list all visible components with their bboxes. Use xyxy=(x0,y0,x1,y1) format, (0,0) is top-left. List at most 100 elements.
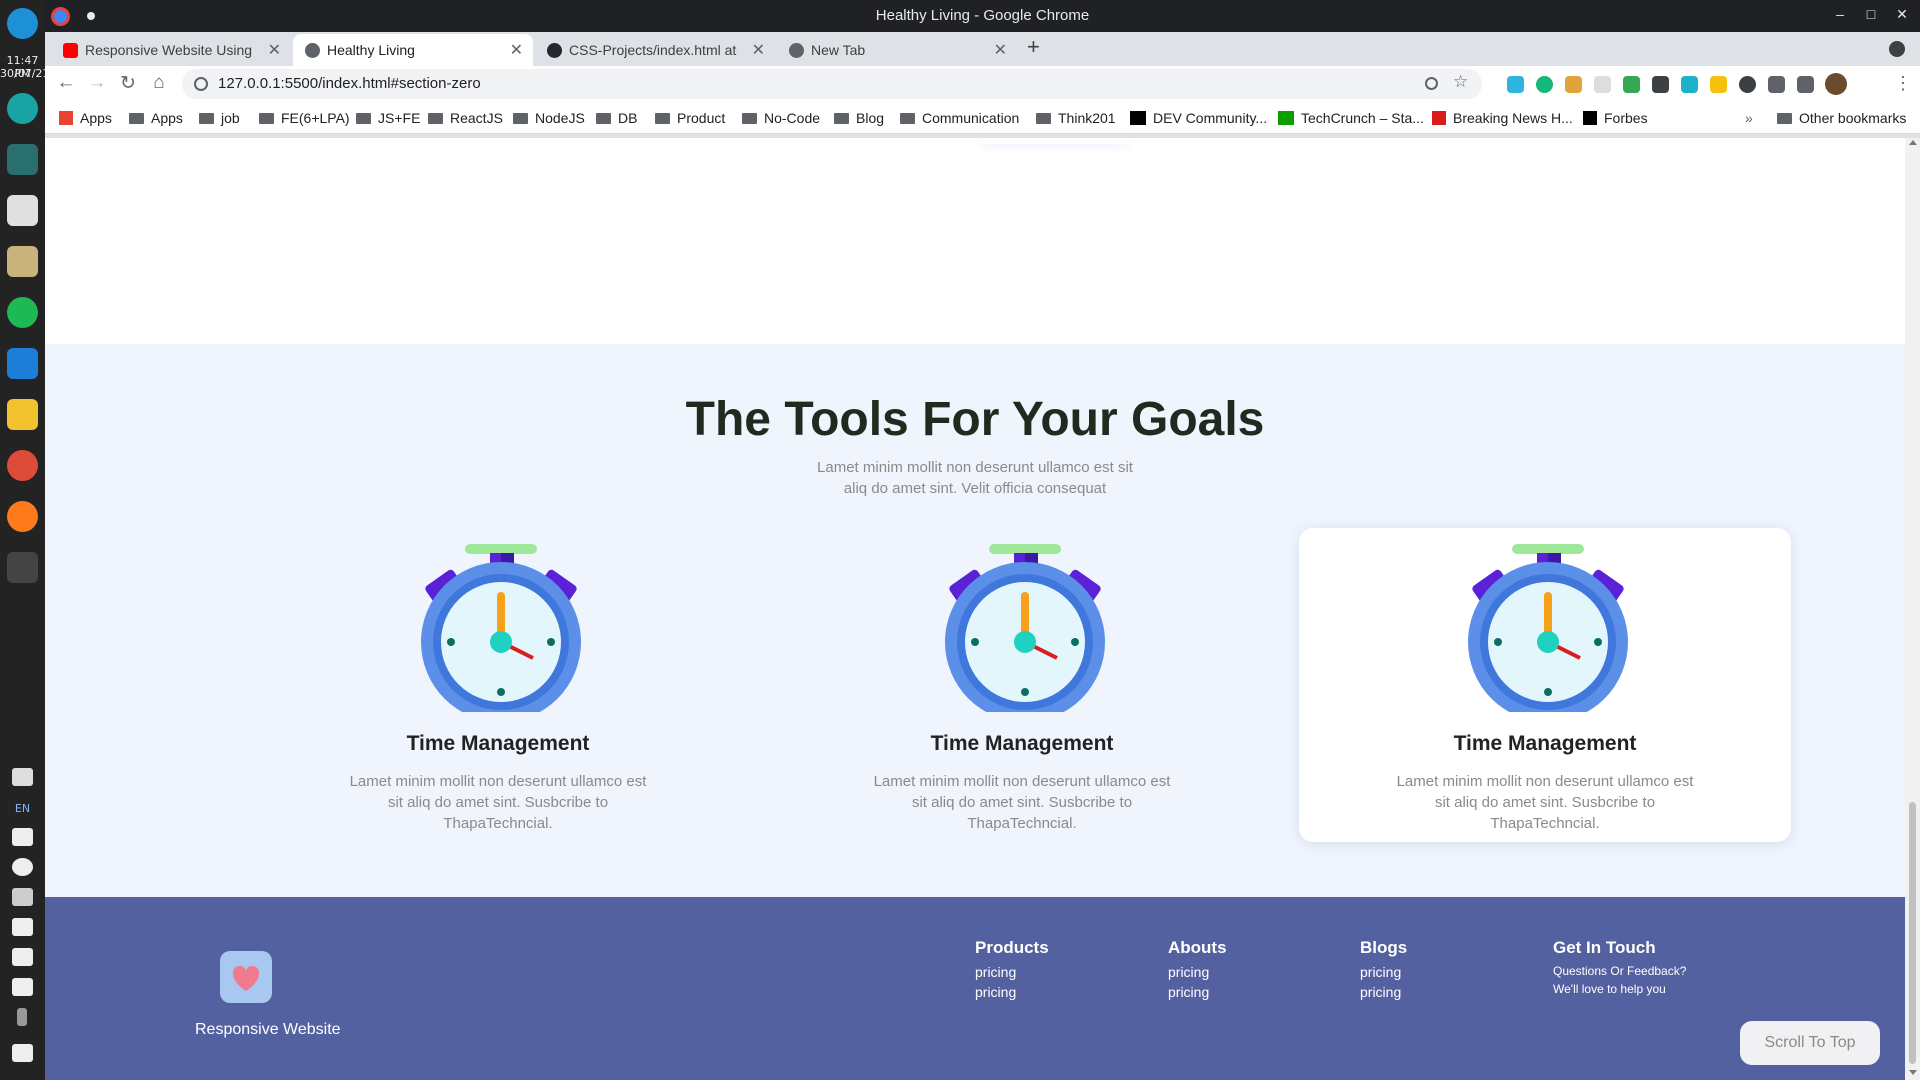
scroll-up-arrow-icon[interactable] xyxy=(1909,140,1917,145)
folder-icon xyxy=(259,113,274,124)
footer-link[interactable]: pricing xyxy=(1168,962,1227,982)
footer-column-products: Products pricing pricing xyxy=(975,938,1049,1002)
footer-link[interactable]: pricing xyxy=(1360,962,1407,982)
tool-card[interactable]: Time Management Lamet minim mollit non d… xyxy=(776,528,1268,842)
tab-youtube[interactable]: Responsive Website Using ✕ xyxy=(51,34,291,66)
bookmark-other[interactable]: Other bookmarks xyxy=(1777,110,1906,126)
bookmark-label: FE(6+LPA) xyxy=(281,110,350,126)
extension-icon[interactable] xyxy=(1594,76,1611,93)
tab-github[interactable]: CSS-Projects/index.html at m ✕ xyxy=(535,34,775,66)
volume-icon[interactable] xyxy=(12,918,33,936)
show-desktop-icon[interactable] xyxy=(12,1044,33,1062)
firefox-icon[interactable] xyxy=(7,501,38,532)
battery-icon[interactable] xyxy=(12,948,33,966)
page-scrollbar[interactable] xyxy=(1905,138,1920,1080)
bookmark-folder[interactable]: Think201 xyxy=(1036,110,1116,126)
bookmark-news[interactable]: Breaking News H... xyxy=(1432,110,1573,126)
notes-icon[interactable] xyxy=(7,399,38,430)
vscode-icon[interactable] xyxy=(7,348,38,379)
bookmark-label: Communication xyxy=(922,110,1020,126)
bookmark-label: Apps xyxy=(151,110,183,126)
close-window-button[interactable]: ✕ xyxy=(1892,6,1912,23)
footer-link[interactable]: pricing xyxy=(1168,982,1227,1002)
scroll-down-arrow-icon[interactable] xyxy=(1909,1070,1917,1075)
bookmark-forbes[interactable]: Forbes xyxy=(1583,110,1648,126)
extension-icon[interactable] xyxy=(1681,76,1698,93)
spotify-icon[interactable] xyxy=(7,297,38,328)
tab-search-icon[interactable] xyxy=(1889,41,1905,57)
close-tab-icon[interactable]: ✕ xyxy=(752,40,765,60)
tool-card-highlighted[interactable]: Time Management Lamet minim mollit non d… xyxy=(1299,528,1791,842)
extension-icon[interactable] xyxy=(1710,76,1727,93)
extension-icon[interactable] xyxy=(1623,76,1640,93)
bookmark-folder[interactable]: FE(6+LPA) xyxy=(259,110,350,126)
bookmarks-overflow-icon[interactable]: » xyxy=(1745,110,1753,126)
bookmark-apps-grid[interactable]: Apps xyxy=(59,110,112,126)
extension-icon[interactable] xyxy=(1565,76,1582,93)
bookmark-folder[interactable]: DB xyxy=(596,110,637,126)
home-button[interactable]: ⌂ xyxy=(147,72,171,94)
start-menu-icon[interactable] xyxy=(7,8,38,39)
bookmark-folder[interactable]: job xyxy=(199,110,240,126)
reload-button[interactable]: ↻ xyxy=(116,72,140,95)
sync-icon[interactable] xyxy=(12,858,33,876)
footer-link[interactable]: pricing xyxy=(975,962,1049,982)
profile-avatar[interactable] xyxy=(1825,73,1847,95)
bookmark-techcrunch[interactable]: TechCrunch – Sta... xyxy=(1278,110,1424,126)
bookmark-folder[interactable]: Apps xyxy=(129,110,183,126)
language-indicator[interactable]: EN xyxy=(0,802,45,815)
app-launcher-icon[interactable] xyxy=(7,93,38,124)
close-tab-icon[interactable]: ✕ xyxy=(994,40,1007,60)
bookmark-star-icon[interactable]: ☆ xyxy=(1453,72,1468,92)
reading-list-icon[interactable] xyxy=(1797,76,1814,93)
footer-link[interactable]: pricing xyxy=(1360,982,1407,1002)
bookmark-dev[interactable]: DEV Community... xyxy=(1130,110,1267,126)
software-store-icon[interactable] xyxy=(7,195,38,226)
minimize-button[interactable]: – xyxy=(1830,6,1850,22)
bookmark-folder[interactable]: ReactJS xyxy=(428,110,503,126)
bookmark-folder[interactable]: No-Code xyxy=(742,110,820,126)
notifications-icon[interactable] xyxy=(12,768,33,786)
tool-card[interactable]: Time Management Lamet minim mollit non d… xyxy=(252,528,744,842)
wifi-icon[interactable] xyxy=(12,978,33,996)
bookmark-folder[interactable]: Product xyxy=(655,110,725,126)
terminal-icon[interactable] xyxy=(7,552,38,583)
bookmark-label: TechCrunch – Sta... xyxy=(1301,110,1424,126)
chrome-icon[interactable] xyxy=(7,450,38,481)
stopwatch-icon xyxy=(421,544,581,712)
footer-link[interactable]: pricing xyxy=(975,982,1049,1002)
bookmark-folder[interactable]: Communication xyxy=(900,110,1019,126)
site-info-icon[interactable] xyxy=(194,77,208,91)
forbes-icon xyxy=(1583,111,1597,125)
extensions-puzzle-icon[interactable] xyxy=(1768,76,1785,93)
extension-icon[interactable] xyxy=(1507,76,1524,93)
folder-icon xyxy=(596,113,611,124)
heart-logo-icon[interactable] xyxy=(220,951,272,1003)
bookmark-folder[interactable]: Blog xyxy=(834,110,884,126)
close-tab-icon[interactable]: ✕ xyxy=(268,40,281,60)
close-tab-icon[interactable]: ✕ xyxy=(510,40,523,60)
grammarly-icon[interactable] xyxy=(1536,76,1553,93)
scrollbar-thumb[interactable] xyxy=(1909,802,1916,1064)
scroll-to-top-button[interactable]: Scroll To Top xyxy=(1740,1021,1880,1065)
tab-new-tab[interactable]: New Tab ✕ xyxy=(777,34,1017,66)
dev-logo-icon xyxy=(1130,111,1146,125)
tab-healthy-living[interactable]: Healthy Living ✕ xyxy=(293,34,533,66)
extension-icon[interactable] xyxy=(1652,76,1669,93)
zoom-icon[interactable] xyxy=(1425,77,1438,90)
clipboard-icon[interactable] xyxy=(12,888,33,906)
plug-app-icon[interactable] xyxy=(7,144,38,175)
forward-button[interactable]: → xyxy=(85,72,109,94)
expand-arrow-icon[interactable] xyxy=(17,1008,27,1026)
back-button[interactable]: ← xyxy=(54,72,78,94)
maximize-button[interactable]: □ xyxy=(1861,6,1881,22)
address-bar[interactable]: 127.0.0.1:5500/index.html#section-zero ☆ xyxy=(182,69,1482,99)
card-title: Time Management xyxy=(406,732,590,755)
menu-kebab-icon[interactable]: ⋮ xyxy=(1894,73,1912,94)
bookmark-folder[interactable]: NodeJS xyxy=(513,110,585,126)
extension-icon[interactable] xyxy=(1739,76,1756,93)
bookmark-folder[interactable]: JS+FE xyxy=(356,110,420,126)
media-icon[interactable] xyxy=(12,828,33,846)
files-icon[interactable] xyxy=(7,246,38,277)
new-tab-button[interactable]: + xyxy=(1027,34,1040,60)
